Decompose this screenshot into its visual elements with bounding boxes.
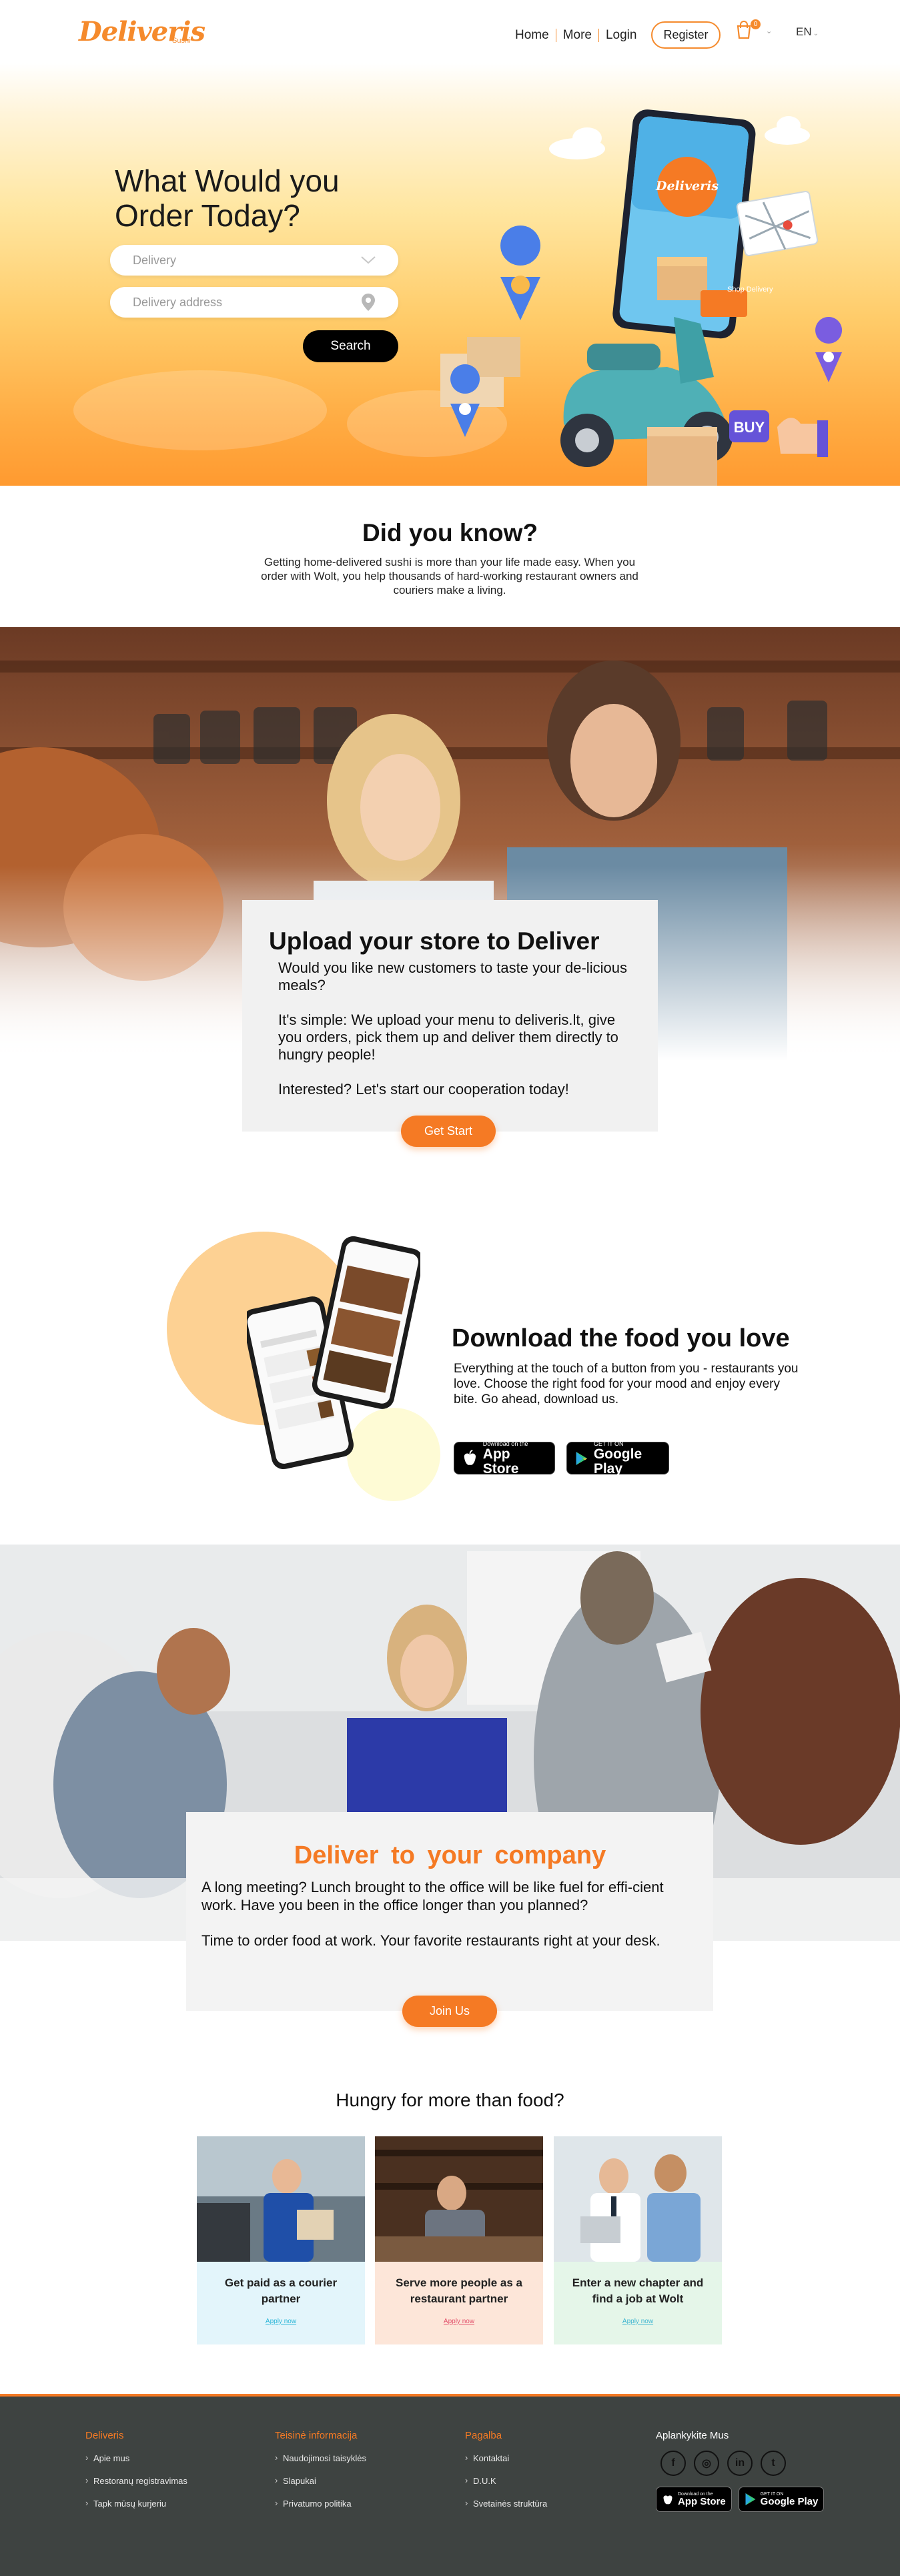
footer-link-become-courier[interactable]: Tapk mūsų kurjeriu <box>85 2498 187 2509</box>
store-paragraph-3: Interested? Let's start our cooperation … <box>278 1081 569 1098</box>
footer-link-sitemap[interactable]: Svetainės struktūra <box>465 2498 547 2509</box>
office-workers-photo <box>554 2136 722 2262</box>
footer-link-restaurant-registration[interactable]: Restoranų registravimas <box>85 2475 187 2486</box>
did-you-know-title: Did you know? <box>362 519 538 546</box>
footer-link-privacy[interactable]: Privatumo politika <box>275 2498 366 2509</box>
main-nav: Home More Login Register <box>508 21 721 49</box>
job-card-caption: Enter a new chapter and find a job at Wo… <box>572 2276 704 2305</box>
restaurant-card-caption: Serve more people as a restaurant partne… <box>396 2276 522 2305</box>
box-label: Shop Delivery <box>727 286 773 294</box>
job-apply-link[interactable]: Apply now <box>554 2318 722 2325</box>
nav-more[interactable]: More <box>556 28 598 43</box>
site-header: Deliveris Sushi Home More Login Register… <box>0 0 900 63</box>
store-paragraph-2: It's simple: We upload your menu to deli… <box>278 1011 618 1063</box>
address-placeholder: Delivery address <box>133 295 223 309</box>
footer-link-faq[interactable]: D.U.K <box>465 2475 547 2486</box>
google-play-big: Google Play <box>593 1446 642 1476</box>
footer-link-cookies[interactable]: Slapukai <box>275 2475 366 2486</box>
store-paragraph-1: Would you like new customers to taste yo… <box>278 959 627 993</box>
buy-tag-label: BUY <box>734 419 765 436</box>
company-paragraph-1: A long meeting? Lunch brought to the off… <box>201 1879 664 1913</box>
chevron-down-icon <box>361 256 376 264</box>
footer-col-title: Teisinė informacija <box>275 2430 358 2441</box>
did-you-know-text: Getting home-delivered sushi is more tha… <box>261 556 638 596</box>
apple-icon <box>464 1449 476 1465</box>
logo-subtitle: Sushi <box>172 37 191 45</box>
courier-card-caption: Get paid as a courier partner <box>224 2276 338 2305</box>
google-play-icon <box>576 1451 588 1465</box>
footer-col-title: Pagalba <box>465 2430 502 2441</box>
join-us-button[interactable]: Join Us <box>402 1996 497 2027</box>
footer-google-play-big: Google Play <box>760 2495 819 2507</box>
social-links: f ◎ in t <box>660 2451 786 2476</box>
footer-link-terms[interactable]: Naudojimosi taisyklės <box>275 2453 366 2463</box>
company-paragraph-2: Time to order food at work. Your favorit… <box>201 1932 660 1949</box>
register-button[interactable]: Register <box>651 21 721 49</box>
app-phones-image <box>247 1236 420 1470</box>
get-start-button[interactable]: Get Start <box>401 1116 496 1147</box>
chevron-down-icon: ⌄ <box>813 30 819 37</box>
location-pin-icon <box>362 294 375 311</box>
company-title: Deliver to your company <box>294 1841 606 1869</box>
page: Deliveris Sushi Home More Login Register… <box>0 0 900 2576</box>
footer-col-help: Pagalba Kontaktai D.U.K Svetainės strukt… <box>465 2430 547 2521</box>
svg-text:Deliveris: Deliveris <box>655 179 719 193</box>
nav-home[interactable]: Home <box>508 28 556 43</box>
restaurant-owner-photo <box>375 2136 543 2262</box>
app-store-small: Download on the <box>482 1440 528 1447</box>
search-button[interactable]: Search <box>303 330 398 362</box>
footer-link-contacts[interactable]: Kontaktai <box>465 2453 547 2463</box>
footer-col-legal: Teisinė informacija Naudojimosi taisyklė… <box>275 2430 366 2521</box>
footer-link-about[interactable]: Apie mus <box>85 2453 187 2463</box>
courier-photo <box>197 2136 365 2262</box>
instagram-icon[interactable]: ◎ <box>694 2451 719 2476</box>
courier-partner-card[interactable]: Get paid as a courier partner Apply now <box>197 2136 365 2344</box>
restaurant-partner-card[interactable]: Serve more people as a restaurant partne… <box>375 2136 543 2344</box>
store-upload-title: Upload your store to Deliver <box>269 927 600 955</box>
footer-app-store-big: App Store <box>678 2495 726 2507</box>
footer-col-social: Aplankykite Mus f ◎ in t <box>656 2430 786 2476</box>
app-store-big: App Store <box>482 1446 519 1476</box>
footer-app-badges: Download on the App Store GET IT ON Google… <box>656 2487 825 2512</box>
linkedin-icon[interactable]: in <box>727 2451 753 2476</box>
hero-section: Deliveris BUY Shop Delivery What Would y… <box>0 63 900 486</box>
google-play-icon <box>745 2493 756 2505</box>
apple-icon <box>663 2495 672 2505</box>
footer-col-title: Deliveris <box>85 2430 124 2441</box>
hungry-title: Hungry for more than food? <box>336 2090 564 2110</box>
nav-login[interactable]: Login <box>599 28 644 43</box>
delivery-select[interactable]: Delivery <box>110 245 398 276</box>
app-store-badge[interactable]: Download on the App Store <box>454 1440 555 1476</box>
language-selector[interactable]: EN ⌄ <box>796 25 819 39</box>
google-play-small: GET IT ON <box>593 1440 624 1447</box>
download-title: Download the food you love <box>452 1324 790 1352</box>
footer-col-title: Aplankykite Mus <box>656 2430 729 2441</box>
download-text: Everything at the touch of a button from… <box>454 1362 799 1406</box>
company-text: A long meeting? Lunch brought to the off… <box>201 1878 699 1967</box>
cart-count-badge: 0 <box>751 19 761 29</box>
job-card[interactable]: Enter a new chapter and find a job at Wo… <box>554 2136 722 2344</box>
delivery-placeholder: Delivery <box>133 253 177 267</box>
facebook-icon[interactable]: f <box>660 2451 686 2476</box>
chevron-down-icon[interactable]: ⌄ <box>766 27 772 35</box>
footer-app-store-badge[interactable]: Download on the App Store <box>656 2487 732 2512</box>
delivery-address-input[interactable]: Delivery address <box>110 287 398 318</box>
store-upload-text: Would you like new customers to taste yo… <box>278 959 635 1116</box>
courier-apply-link[interactable]: Apply now <box>197 2318 365 2325</box>
footer-google-play-badge[interactable]: GET IT ON Google Play <box>738 2487 825 2512</box>
hero-title: What Would you Order Today? <box>115 163 340 233</box>
twitter-icon[interactable]: t <box>761 2451 786 2476</box>
restaurant-apply-link[interactable]: Apply now <box>375 2318 543 2325</box>
language-label: EN <box>796 25 812 38</box>
footer-col-deliveris: Deliveris Apie mus Restoranų registravim… <box>85 2430 187 2521</box>
google-play-badge[interactable]: GET IT ON Google Play <box>566 1440 669 1476</box>
